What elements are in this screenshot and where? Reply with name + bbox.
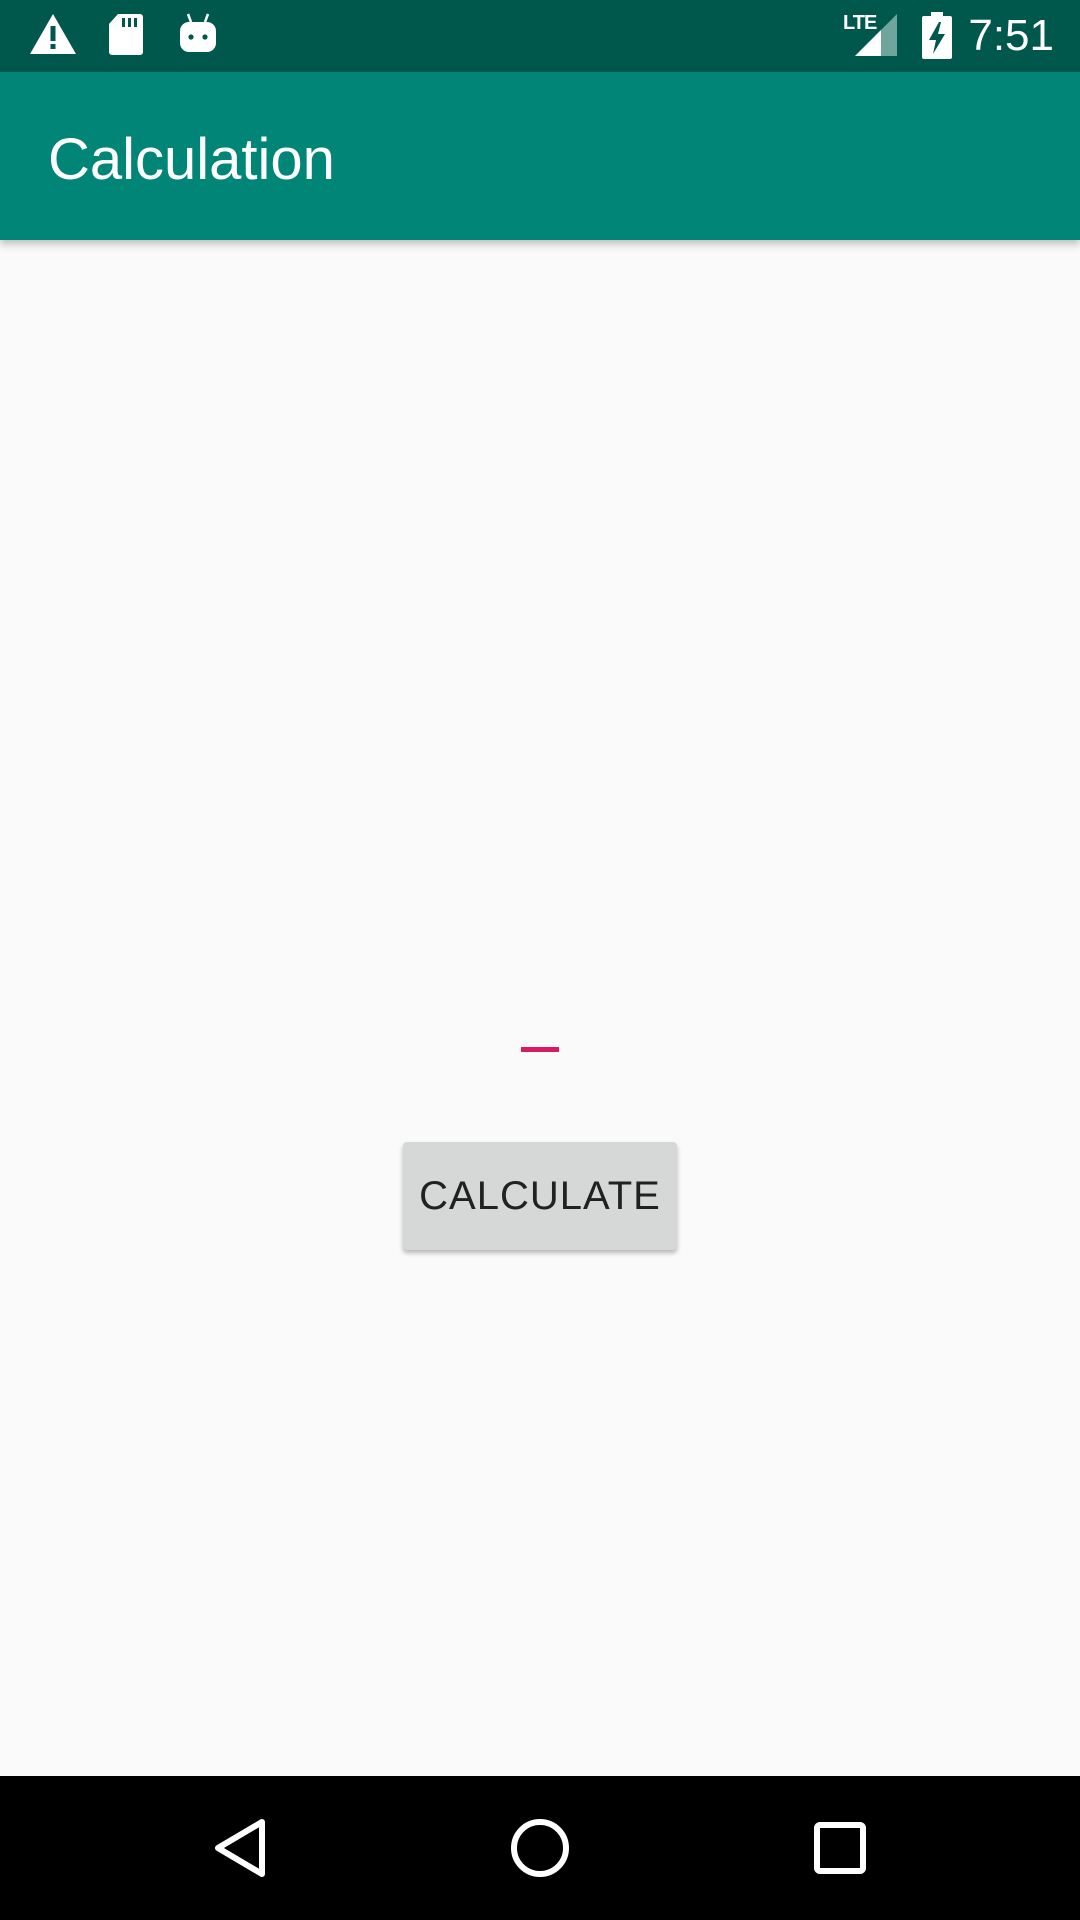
battery-charging-icon (921, 12, 953, 60)
calculate-button[interactable]: CALCULATE (403, 1142, 677, 1250)
navigation-bar (0, 1776, 1080, 1920)
app-screen: LTE 7:51 Calculation CALCULATE (0, 0, 1080, 1920)
back-icon[interactable] (190, 1798, 290, 1898)
app-bar: Calculation (0, 72, 1080, 240)
status-time: 7:51 (968, 11, 1054, 60)
warning-icon (28, 12, 78, 60)
home-icon[interactable] (490, 1798, 590, 1898)
recents-icon[interactable] (790, 1798, 890, 1898)
android-debug-icon (178, 12, 218, 60)
result-text-underline (521, 1047, 559, 1052)
signal-icon (855, 12, 899, 60)
status-bar: LTE 7:51 (0, 0, 1080, 72)
sd-card-icon (108, 12, 144, 60)
app-title: Calculation (48, 127, 335, 192)
